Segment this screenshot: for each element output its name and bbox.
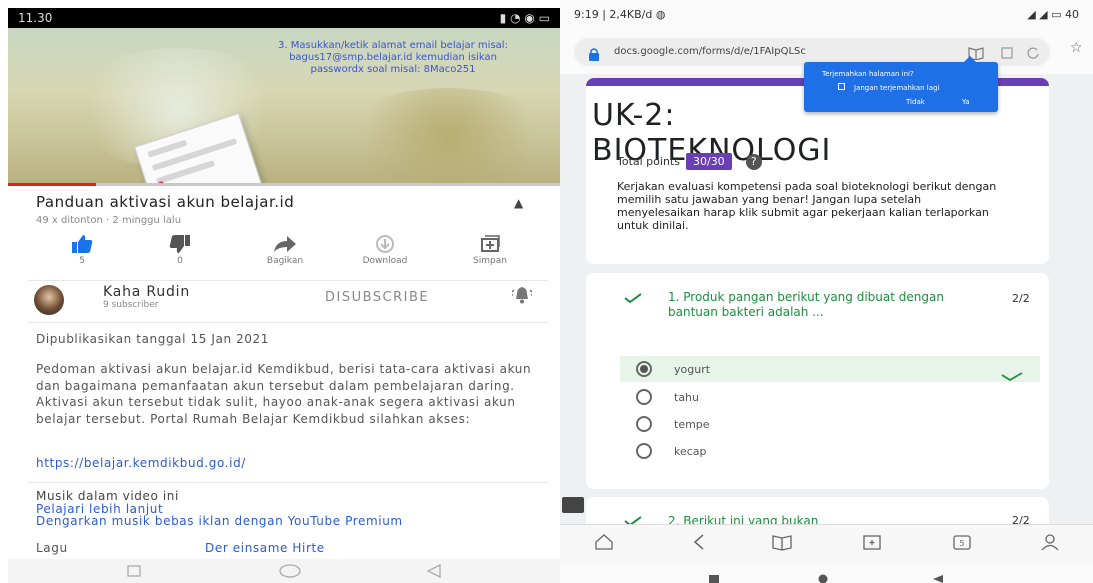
thumbs-down-icon xyxy=(150,234,210,254)
battery-level: 40 xyxy=(1065,7,1079,21)
radio-button[interactable] xyxy=(636,361,652,377)
music-section-title: Musik dalam video ini xyxy=(36,489,179,503)
android-nav-bar xyxy=(560,564,1093,583)
form-description: Kerjakan evaluasi kompetensi pada soal b… xyxy=(617,180,997,232)
google-forms-panel: 9:19 | 2,4KB/d ◍ ◢ ◢ ▭ 40 docs.google.co… xyxy=(560,0,1093,583)
home-icon[interactable] xyxy=(594,533,614,555)
video-meta: 49 x ditonton · 2 minggu lalu xyxy=(36,215,182,226)
url-text[interactable]: docs.google.com/forms/d/e/1FAIpQLSc xyxy=(614,46,806,57)
divider xyxy=(28,280,548,281)
bell-icon[interactable] xyxy=(511,286,533,308)
youtube-panel: 11.30 ▮ ◔ ◉ ▭ 3. Masukkan/ketik alamat e… xyxy=(0,0,560,583)
share-button[interactable]: Bagikan xyxy=(255,234,315,266)
option-yogurt[interactable]: yogurt xyxy=(620,356,1040,382)
svg-text:5: 5 xyxy=(959,539,964,548)
radio-button[interactable] xyxy=(636,443,652,459)
back-icon[interactable] xyxy=(692,533,706,555)
account-icon[interactable] xyxy=(1040,533,1060,555)
download-button[interactable]: Download xyxy=(355,234,415,266)
refresh-icon[interactable] xyxy=(1026,45,1040,64)
status-speed: 2,4KB/d xyxy=(609,7,653,21)
option-kecap[interactable]: kecap xyxy=(620,438,1040,464)
translate-prompt: Terjemahkan halaman ini? xyxy=(822,70,914,78)
new-tab-icon[interactable] xyxy=(862,533,882,555)
like-button[interactable]: 5 xyxy=(52,234,112,266)
points-label: Total points xyxy=(617,155,680,168)
star-icon[interactable]: ☆ xyxy=(1070,40,1083,56)
check-icon xyxy=(624,289,642,308)
check-icon xyxy=(1001,366,1023,385)
divider xyxy=(28,322,548,323)
feedback-icon[interactable] xyxy=(562,497,584,513)
translate-yes-button[interactable]: Ya xyxy=(962,98,970,106)
status-bar: 11.30 ▮ ◔ ◉ ▭ xyxy=(8,8,560,28)
channel-subscribers: 9 subscriber xyxy=(103,300,159,310)
chevron-up-icon[interactable]: ▲ xyxy=(514,196,523,210)
dislike-button[interactable]: 0 xyxy=(150,234,210,266)
youtube-premium-link[interactable]: Dengarkan musik bebas iklan dengan YouTu… xyxy=(36,515,506,528)
video-caption: 3. Masukkan/ketik alamat email belajar m… xyxy=(278,40,508,75)
home-icon[interactable] xyxy=(278,563,302,582)
reader-mode-icon[interactable] xyxy=(772,533,792,555)
song-label: Lagu xyxy=(36,541,68,555)
divider xyxy=(28,482,548,483)
tabs-icon[interactable]: 5 xyxy=(952,533,972,555)
channel-avatar[interactable] xyxy=(34,285,64,315)
status-time: 11.30 xyxy=(18,11,53,25)
translate-no-button[interactable]: Tidak xyxy=(906,98,925,106)
portal-link[interactable]: https://belajar.kemdikbud.go.id/ xyxy=(36,456,246,470)
recent-apps-icon[interactable] xyxy=(126,563,142,582)
thumbs-up-icon xyxy=(52,234,112,254)
back-icon[interactable] xyxy=(932,569,944,583)
share-icon xyxy=(255,234,315,254)
status-bar: 9:19 | 2,4KB/d ◍ ◢ ◢ ▭ 40 xyxy=(560,0,1093,28)
question-score: 2/2 xyxy=(1012,292,1030,305)
back-icon[interactable] xyxy=(426,563,442,582)
save-icon xyxy=(460,234,520,254)
never-translate-label[interactable]: Jangan terjemahkan lagi xyxy=(854,84,939,92)
video-description: Pedoman aktivasi akun belajar.id Kemdikb… xyxy=(36,362,532,426)
radio-button[interactable] xyxy=(636,416,652,432)
video-title: Panduan aktivasi akun belajar.id xyxy=(36,193,295,211)
translate-icon[interactable] xyxy=(1000,45,1014,64)
total-points: Total points 30/30 ? xyxy=(617,153,762,170)
home-icon[interactable] xyxy=(816,569,830,583)
help-icon[interactable]: ? xyxy=(745,153,762,170)
video-progress-bar[interactable] xyxy=(8,183,560,186)
android-nav-bar xyxy=(8,559,560,583)
signal-icon: ◢ ◢ ▭ xyxy=(1027,7,1062,21)
song-value[interactable]: Der einsame Hirte xyxy=(205,541,325,555)
status-time: 9:19 xyxy=(574,7,599,21)
video-player[interactable]: 3. Masukkan/ketik alamat email belajar m… xyxy=(8,28,560,185)
option-tahu[interactable]: tahu xyxy=(620,384,1040,410)
question-text: 1. Produk pangan berikut yang dibuat den… xyxy=(668,290,944,319)
browser-toolbar: 5 xyxy=(560,524,1093,564)
status-icons: ▮ ◔ ◉ ▭ xyxy=(499,11,550,25)
channel-name[interactable]: Kaha Rudin xyxy=(103,284,190,300)
download-icon xyxy=(355,234,415,254)
recent-apps-icon[interactable] xyxy=(708,569,720,583)
save-button[interactable]: Simpan xyxy=(460,234,520,266)
lock-icon xyxy=(588,46,600,65)
translate-popup: Terjemahkan halaman ini? Jangan terjemah… xyxy=(804,56,998,112)
points-value: 30/30 xyxy=(685,153,732,170)
subscribed-button[interactable]: DISUBSCRIBE xyxy=(325,290,429,305)
option-tempe[interactable]: tempe xyxy=(620,411,1040,437)
publish-date: Dipublikasikan tanggal 15 Jan 2021 xyxy=(36,332,270,346)
never-translate-checkbox[interactable] xyxy=(838,83,845,90)
radio-button[interactable] xyxy=(636,389,652,405)
